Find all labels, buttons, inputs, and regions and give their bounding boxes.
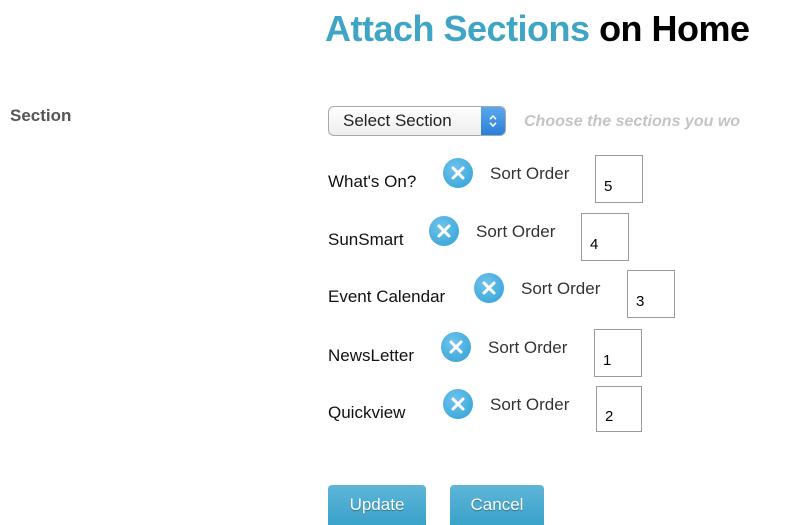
sort-order-label: Sort Order bbox=[490, 395, 570, 414]
section-name: Event Calendar bbox=[328, 287, 446, 306]
section-select[interactable]: Select Section bbox=[328, 106, 506, 136]
section-name: NewsLetter bbox=[328, 346, 414, 365]
sort-order-input[interactable] bbox=[581, 213, 629, 261]
remove-icon[interactable] bbox=[474, 273, 504, 303]
select-arrows-icon bbox=[481, 107, 505, 135]
section-name: What's On? bbox=[328, 172, 417, 191]
section-select-value: Select Section bbox=[343, 111, 452, 130]
sort-order-input[interactable] bbox=[627, 270, 675, 318]
remove-icon[interactable] bbox=[443, 158, 473, 188]
remove-icon[interactable] bbox=[443, 389, 473, 419]
section-name: SunSmart bbox=[328, 230, 404, 249]
remove-icon[interactable] bbox=[429, 216, 459, 246]
sort-order-label: Sort Order bbox=[488, 338, 568, 357]
sort-order-label: Sort Order bbox=[490, 164, 570, 183]
page-title-accent: Attach Sections bbox=[325, 8, 590, 49]
update-button[interactable]: Update bbox=[328, 485, 426, 525]
page-title-rest: on Home bbox=[589, 8, 750, 49]
section-name: Quickview bbox=[328, 403, 406, 422]
sort-order-input[interactable] bbox=[594, 329, 642, 377]
sort-order-input[interactable] bbox=[595, 155, 643, 203]
sort-order-label: Sort Order bbox=[521, 279, 601, 298]
page-title: Attach Sections on Home bbox=[325, 8, 750, 50]
remove-icon[interactable] bbox=[441, 332, 471, 362]
section-label: Section bbox=[10, 106, 72, 125]
sort-order-input[interactable] bbox=[596, 386, 642, 432]
section-hint: Choose the sections you wo bbox=[524, 113, 741, 130]
cancel-button[interactable]: Cancel bbox=[450, 485, 544, 525]
sort-order-label: Sort Order bbox=[476, 222, 556, 241]
